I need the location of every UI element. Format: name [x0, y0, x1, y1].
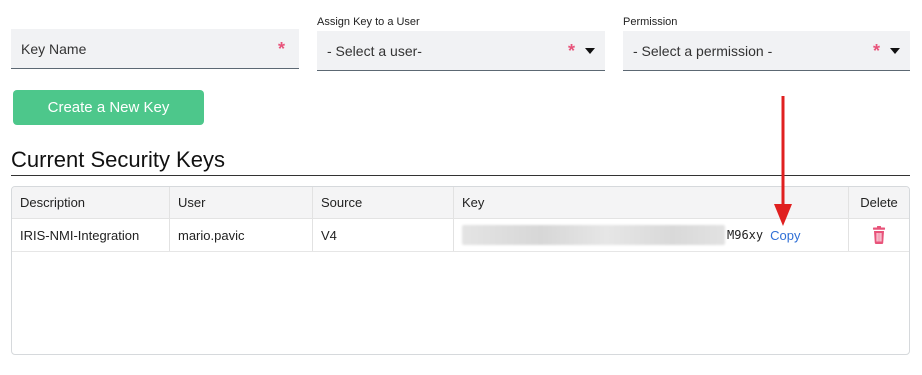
header-delete: Delete: [860, 195, 898, 210]
required-asterisk: *: [567, 40, 575, 61]
key-name-field[interactable]: Key Name *: [11, 29, 299, 69]
key-redacted: [462, 225, 725, 245]
assign-user-value: - Select a user-: [327, 42, 422, 59]
key-suffix: M96xy: [727, 228, 764, 242]
permission-label: Permission: [623, 16, 678, 28]
caret-down-icon: [890, 47, 900, 54]
header-user: User: [170, 187, 313, 218]
copy-key-link[interactable]: Copy: [770, 228, 800, 243]
permission-value: - Select a permission -: [633, 42, 773, 59]
required-asterisk: *: [277, 38, 285, 59]
row-delete: [849, 219, 909, 251]
caret-down-icon: [585, 47, 595, 54]
trash-icon[interactable]: [871, 226, 887, 244]
required-asterisk: *: [872, 40, 880, 61]
red-arrow-down-icon: [774, 96, 792, 226]
row-description: IRIS-NMI-Integration: [12, 219, 170, 251]
header-description: Description: [12, 187, 170, 218]
row-source: V4: [313, 219, 454, 251]
key-name-placeholder: Key Name: [21, 40, 87, 57]
section-title: Current Security Keys: [11, 147, 225, 172]
row-user: mario.pavic: [170, 219, 313, 251]
assign-user-label: Assign Key to a User: [317, 16, 420, 28]
header-source: Source: [313, 187, 454, 218]
create-new-key-button[interactable]: Create a New Key: [13, 90, 204, 125]
permission-select[interactable]: - Select a permission - *: [623, 31, 910, 71]
assign-user-select[interactable]: - Select a user- *: [317, 31, 605, 71]
